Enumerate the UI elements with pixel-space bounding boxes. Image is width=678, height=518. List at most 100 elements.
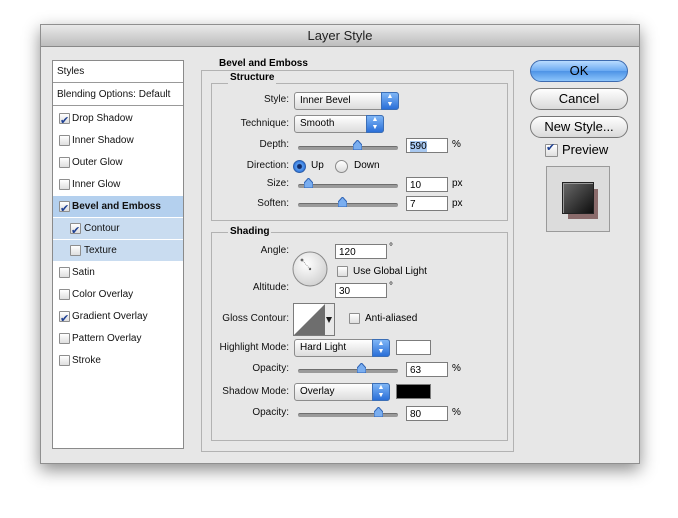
- depth-field[interactable]: 590: [406, 138, 448, 153]
- style-checkbox[interactable]: [59, 267, 70, 278]
- style-item-stroke[interactable]: Stroke: [53, 350, 183, 371]
- shadow-color-swatch[interactable]: [396, 384, 431, 399]
- style-item-label: Outer Glow: [72, 157, 123, 168]
- style-checkbox[interactable]: [59, 110, 70, 131]
- direction-down-label: Down: [354, 160, 380, 171]
- blending-options-item[interactable]: Blending Options: Default: [53, 84, 183, 106]
- soften-slider-track[interactable]: [298, 203, 398, 207]
- anti-aliased-checkbox[interactable]: [349, 313, 360, 324]
- direction-label: Direction:: [246, 160, 289, 171]
- style-item-inner-glow[interactable]: Inner Glow: [53, 174, 183, 195]
- style-item-contour[interactable]: Contour: [53, 218, 183, 241]
- style-item-bevel-and-emboss[interactable]: Bevel and Emboss: [53, 196, 183, 219]
- soften-label: Soften:: [257, 198, 289, 209]
- preview-checkbox[interactable]: [545, 141, 558, 157]
- style-item-label: Gradient Overlay: [72, 311, 148, 322]
- altitude-field[interactable]: 30: [335, 283, 387, 298]
- highlight-mode-value: Hard Light: [300, 342, 347, 353]
- size-field[interactable]: 10: [406, 177, 448, 192]
- slider-knob-icon: [304, 178, 313, 188]
- style-select[interactable]: Inner Bevel ▲ ▼: [294, 92, 399, 110]
- shadow-mode-select[interactable]: Overlay ▲ ▼: [294, 383, 390, 401]
- style-item-label: Pattern Overlay: [72, 333, 142, 344]
- style-item-label: Contour: [84, 223, 120, 234]
- shadow-opacity-unit: %: [452, 407, 461, 418]
- shadow-mode-value: Overlay: [300, 386, 335, 397]
- highlight-mode-select[interactable]: Hard Light ▲ ▼: [294, 339, 390, 357]
- slider-knob-icon: [374, 407, 383, 417]
- ok-button[interactable]: OK: [530, 60, 628, 82]
- preview-label: Preview: [562, 142, 609, 157]
- preview-swatch: [562, 182, 594, 214]
- window-title: Layer Style: [41, 25, 639, 47]
- style-checkbox[interactable]: [70, 220, 81, 241]
- shadow-opacity-knob[interactable]: [374, 407, 383, 417]
- direction-up-label: Up: [311, 160, 324, 171]
- altitude-label: Altitude:: [252, 282, 289, 293]
- style-item-outer-glow[interactable]: Outer Glow: [53, 152, 183, 173]
- style-item-gradient-overlay[interactable]: Gradient Overlay: [53, 306, 183, 329]
- angle-dial-icon: [292, 251, 328, 287]
- style-item-label: Stroke: [72, 355, 101, 366]
- angle-dial[interactable]: [292, 251, 328, 287]
- highlight-opacity-field[interactable]: 63: [406, 362, 448, 377]
- depth-unit: %: [452, 139, 461, 150]
- shadow-opacity-track[interactable]: [298, 413, 398, 417]
- use-global-light-checkbox[interactable]: [337, 266, 348, 277]
- highlight-mode-label: Highlight Mode:: [219, 342, 289, 353]
- style-item-satin[interactable]: Satin: [53, 262, 183, 283]
- style-value: Inner Bevel: [300, 95, 351, 106]
- highlight-color-swatch[interactable]: [396, 340, 431, 355]
- preview-thumbnail: [546, 166, 610, 232]
- shadow-opacity-label: Opacity:: [252, 407, 289, 418]
- technique-select[interactable]: Smooth ▲ ▼: [294, 115, 384, 133]
- angle-field[interactable]: 120: [335, 244, 387, 259]
- contour-curve-icon: [294, 304, 334, 335]
- style-item-label: Bevel and Emboss: [72, 201, 161, 212]
- depth-slider-track[interactable]: [298, 146, 398, 150]
- size-unit: px: [452, 178, 463, 189]
- soften-slider-knob[interactable]: [338, 197, 347, 207]
- technique-value: Smooth: [300, 118, 335, 129]
- angle-label: Angle:: [260, 245, 289, 256]
- style-checkbox[interactable]: [70, 245, 81, 256]
- gloss-contour-picker[interactable]: [293, 303, 335, 336]
- style-checkbox[interactable]: [59, 333, 70, 344]
- style-checkbox[interactable]: [59, 308, 70, 329]
- style-checkbox[interactable]: [59, 135, 70, 146]
- layer-style-dialog: Layer Style Styles Blending Options: Def…: [40, 24, 640, 464]
- style-item-texture[interactable]: Texture: [53, 240, 183, 261]
- updown-arrow-icon: ▲ ▼: [381, 92, 399, 110]
- style-checkbox[interactable]: [59, 289, 70, 300]
- direction-up-radio[interactable]: [293, 160, 306, 173]
- style-checkbox[interactable]: [59, 179, 70, 190]
- gloss-contour-label: Gloss Contour:: [222, 313, 289, 324]
- bevel-emboss-title: Bevel and Emboss: [217, 58, 310, 70]
- style-item-label: Inner Glow: [72, 179, 121, 190]
- angle-unit: °: [389, 242, 393, 253]
- styles-header[interactable]: Styles: [53, 61, 183, 83]
- size-slider-knob[interactable]: [304, 178, 313, 188]
- size-slider-track[interactable]: [298, 184, 398, 188]
- style-item-inner-shadow[interactable]: Inner Shadow: [53, 130, 183, 151]
- shadow-mode-label: Shadow Mode:: [222, 386, 289, 397]
- style-item-color-overlay[interactable]: Color Overlay: [53, 284, 183, 305]
- cancel-button[interactable]: Cancel: [530, 88, 628, 110]
- shadow-opacity-field[interactable]: 80: [406, 406, 448, 421]
- soften-field[interactable]: 7: [406, 196, 448, 211]
- updown-arrow-icon: ▲ ▼: [372, 339, 390, 357]
- depth-slider-knob[interactable]: [353, 140, 362, 150]
- shading-title: Shading: [228, 226, 272, 238]
- updown-arrow-icon: ▲ ▼: [372, 383, 390, 401]
- style-checkbox[interactable]: [59, 198, 70, 219]
- style-item-pattern-overlay[interactable]: Pattern Overlay: [53, 328, 183, 349]
- highlight-opacity-label: Opacity:: [252, 363, 289, 374]
- style-item-drop-shadow[interactable]: Drop Shadow: [53, 108, 183, 131]
- style-checkbox[interactable]: [59, 355, 70, 366]
- highlight-opacity-track[interactable]: [298, 369, 398, 373]
- style-checkbox[interactable]: [59, 157, 70, 168]
- direction-down-radio[interactable]: [335, 160, 348, 173]
- anti-aliased-label: Anti-aliased: [365, 313, 418, 324]
- new-style-button[interactable]: New Style...: [530, 116, 628, 138]
- highlight-opacity-knob[interactable]: [357, 363, 366, 373]
